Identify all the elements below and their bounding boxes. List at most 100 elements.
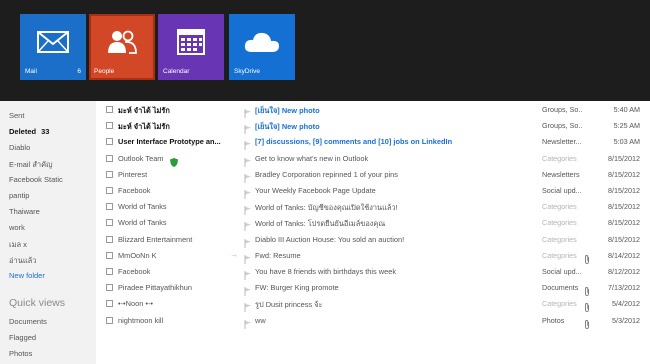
folder-label: E-mail สำคัญ xyxy=(9,160,53,169)
message-date: 5:40 AM xyxy=(613,105,640,114)
calendar-icon xyxy=(177,28,205,55)
flag-icon[interactable] xyxy=(244,105,252,118)
tile-skydrive[interactable]: SkyDrive xyxy=(229,14,295,80)
message-folder: Newsletters xyxy=(542,169,580,179)
select-checkbox[interactable] xyxy=(106,122,113,130)
message-date: 5:03 AM xyxy=(613,137,640,147)
attachment-icon xyxy=(584,251,590,264)
quick-view-flagged[interactable]: Flagged xyxy=(9,333,36,342)
message-date: 8/15/2012 xyxy=(608,202,640,212)
tile-people[interactable]: People xyxy=(89,14,155,80)
message-row[interactable]: Pinterest Bradley Corporation repinned 1 … xyxy=(96,167,650,183)
attachment-icon xyxy=(584,299,590,313)
flag-icon[interactable] xyxy=(244,283,252,297)
attachment-icon xyxy=(584,316,590,329)
tile-label: Mail xyxy=(25,68,37,75)
message-date: 8/12/2012 xyxy=(608,267,640,276)
message-sender: Piradee Pittayathikhun xyxy=(118,283,192,293)
message-row[interactable]: User Interface Prototype an... [7] discus… xyxy=(96,134,650,151)
message-date: 5/4/2012 xyxy=(612,299,640,309)
message-date: 8/15/2012 xyxy=(608,186,640,195)
folder-diablo[interactable]: Diablo xyxy=(9,143,30,152)
folder-label: เมล x xyxy=(9,240,27,249)
message-subject: [เย็นใจ] New photo xyxy=(255,122,320,132)
mail-icon xyxy=(37,30,69,53)
folder-mail-x[interactable]: เมล x xyxy=(9,239,27,251)
message-subject: รูป Dusit princess จ้ะ xyxy=(255,300,323,310)
folder-thaiware[interactable]: Thaiware xyxy=(9,207,40,216)
message-date: 8/14/2012 xyxy=(608,250,640,260)
message-subject: Bradley Corporation repinned 1 of your p… xyxy=(255,169,398,179)
message-subject: Fwd: Resume xyxy=(255,250,301,260)
message-folder: Categories xyxy=(542,202,577,212)
select-checkbox[interactable] xyxy=(106,203,113,211)
folder-deleted[interactable]: Deleted 33 xyxy=(9,127,49,136)
message-row[interactable]: มะห์ จำได้ ไม่รัก [เย็นใจ] New photo Group… xyxy=(96,118,650,135)
message-subject: Your Weekly Facebook Page Update xyxy=(255,186,376,195)
select-checkbox[interactable] xyxy=(106,170,113,178)
select-checkbox[interactable] xyxy=(106,187,113,194)
message-row[interactable]: MmOoNn K → Fwd: Resume Categories 8/14/2012 xyxy=(96,248,650,264)
message-date: 5/3/2012 xyxy=(612,315,640,325)
flag-icon[interactable] xyxy=(244,299,252,313)
folder-label: Deleted xyxy=(9,127,37,136)
select-checkbox[interactable] xyxy=(106,154,113,162)
select-checkbox[interactable] xyxy=(106,106,113,113)
flag-icon[interactable] xyxy=(244,202,252,216)
message-row[interactable]: Blizzard Entertainment Diablo III Auction… xyxy=(96,232,650,248)
trusted-sender-icon xyxy=(170,154,178,167)
flag-icon[interactable] xyxy=(244,235,252,248)
message-folder: Categories xyxy=(542,218,577,228)
select-checkbox[interactable] xyxy=(106,251,113,259)
flag-icon[interactable] xyxy=(244,218,252,232)
select-checkbox[interactable] xyxy=(106,316,113,324)
message-row[interactable]: Outlook Team Get to know what's new in Ou… xyxy=(96,151,650,167)
select-checkbox[interactable] xyxy=(106,219,113,227)
flag-icon[interactable] xyxy=(244,251,252,264)
select-checkbox[interactable] xyxy=(106,235,113,243)
message-row[interactable]: มะห์ จำได้ ไม่รัก [เย็นใจ] New photo Group… xyxy=(96,102,650,118)
message-row[interactable]: nightmoon kill ww Photos 5/3/2012 xyxy=(96,313,650,329)
folder-facebook-static[interactable]: Facebook Static xyxy=(9,175,63,184)
message-folder: Documents xyxy=(542,283,579,293)
folder-label: Thaiware xyxy=(9,207,40,216)
tile-calendar[interactable]: Calendar xyxy=(158,14,224,80)
message-row[interactable]: Facebook You have 8 friends with birthday… xyxy=(96,264,650,280)
folder-sent[interactable]: Sent xyxy=(9,111,24,120)
select-checkbox[interactable] xyxy=(106,138,113,146)
people-icon xyxy=(108,30,137,54)
quick-views-heading: Quick views xyxy=(9,297,66,309)
message-subject: [เย็นใจ] New photo xyxy=(255,106,320,115)
message-sender: มะห์ จำได้ ไม่รัก xyxy=(118,122,170,132)
folder-pantip[interactable]: pantip xyxy=(9,191,29,200)
quick-view-photos[interactable]: Photos xyxy=(9,349,32,358)
folder-read[interactable]: อ่านแล้ว xyxy=(9,255,36,267)
message-row[interactable]: Facebook Your Weekly Facebook Page Update… xyxy=(96,183,650,199)
flag-icon[interactable] xyxy=(244,121,252,135)
folder-work[interactable]: work xyxy=(9,223,25,232)
folder-label: Facebook Static xyxy=(9,175,63,184)
flag-icon[interactable] xyxy=(244,154,252,167)
message-row[interactable]: World of Tanks World of Tanks: บัญชีของคุ… xyxy=(96,199,650,216)
quick-view-documents[interactable]: Documents xyxy=(9,317,47,326)
folder-important-email[interactable]: E-mail สำคัญ xyxy=(9,159,53,171)
flag-icon[interactable] xyxy=(244,316,252,329)
unread-count: 6 xyxy=(77,68,81,75)
folder-label: Sent xyxy=(9,111,25,120)
message-subject: [7] discussions, [9] comments and [10] j… xyxy=(255,137,453,147)
message-folder: Categories xyxy=(542,153,577,163)
select-checkbox[interactable] xyxy=(106,268,113,275)
message-row[interactable]: World of Tanks World of Tanks: โปรดยืนยัน… xyxy=(96,215,650,232)
new-folder-link[interactable]: New folder xyxy=(9,271,45,280)
select-checkbox[interactable] xyxy=(106,284,113,292)
flag-icon[interactable] xyxy=(244,170,252,183)
message-row[interactable]: •-•Noon •-• รูป Dusit princess จ้ะ Categor… xyxy=(96,296,650,313)
message-subject: World of Tanks: บัญชีของคุณเปิดใช้งานแล้… xyxy=(255,203,398,213)
flag-icon[interactable] xyxy=(244,186,252,199)
tile-mail[interactable]: Mail 6 xyxy=(20,14,86,80)
message-row[interactable]: Piradee Pittayathikhun FW: Burger King pr… xyxy=(96,280,650,297)
select-checkbox[interactable] xyxy=(106,300,113,308)
message-date: 8/15/2012 xyxy=(608,153,640,163)
flag-icon[interactable] xyxy=(244,137,252,151)
flag-icon[interactable] xyxy=(244,267,252,280)
